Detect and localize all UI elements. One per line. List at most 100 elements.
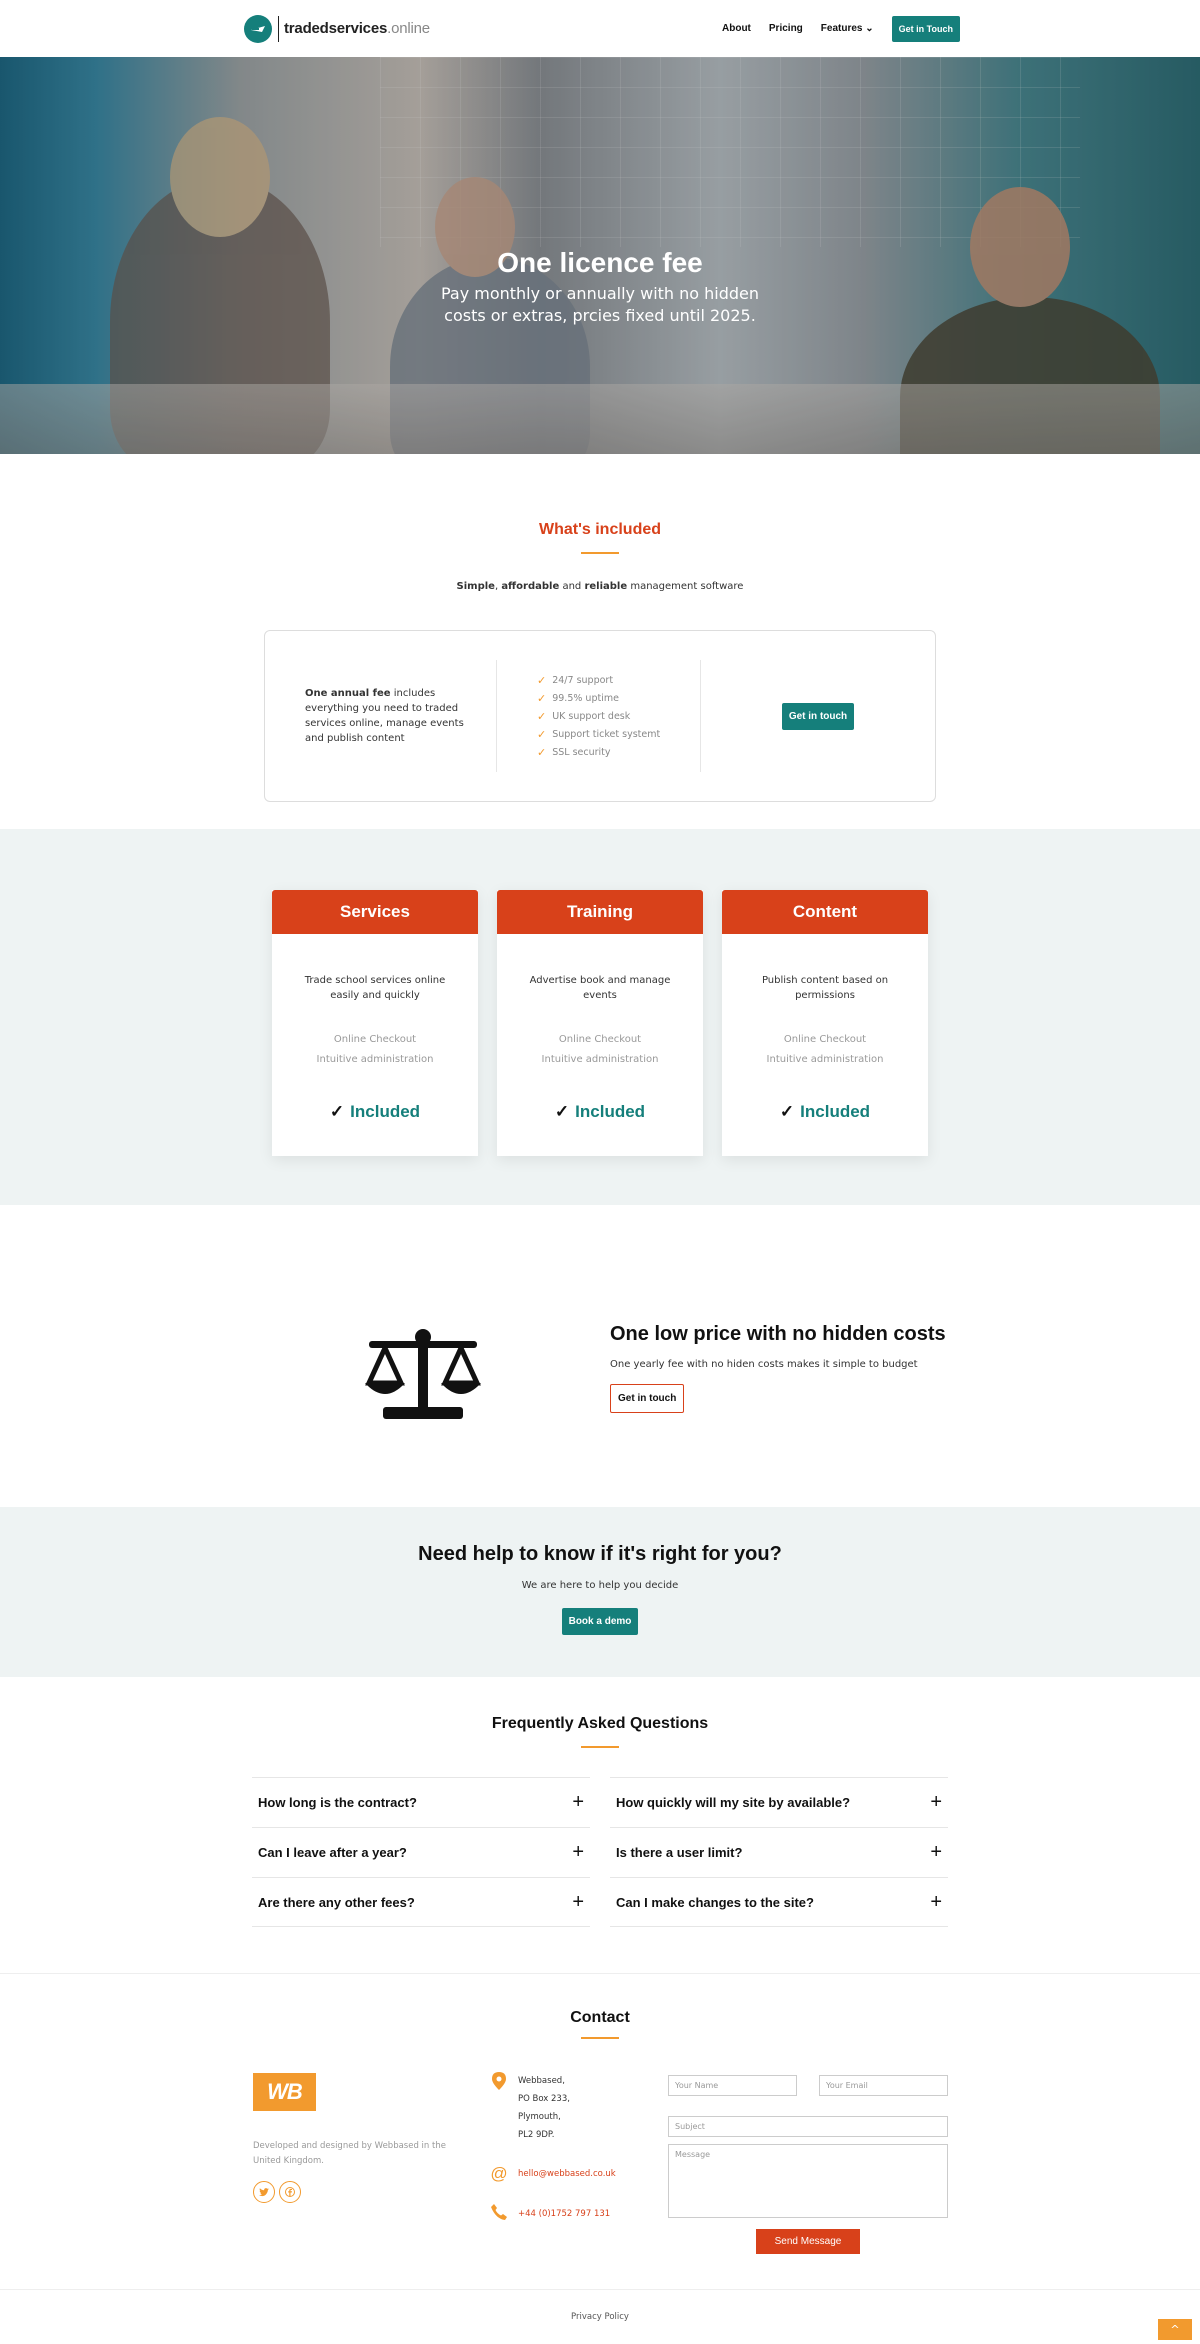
nav-features[interactable]: Features ⌄ — [821, 23, 874, 34]
card-feature: Online Checkout — [558, 1034, 642, 1045]
list-item: ✓ SSL security — [537, 746, 700, 759]
message-field[interactable]: Message — [668, 2144, 948, 2218]
faq-question: How long is the contract? — [258, 1795, 417, 1810]
faq-section: Frequently Asked Questions How long is t… — [0, 1677, 1200, 1973]
card-title: Content — [722, 890, 928, 934]
faq-question: Can I make changes to the site? — [616, 1894, 814, 1910]
help-title: Need help to know if it's right for you? — [418, 1543, 782, 1565]
phone-icon — [490, 2204, 508, 2225]
webbased-logo[interactable]: WB — [253, 2073, 316, 2111]
faq-item[interactable]: Is there a user limit? + — [610, 1827, 948, 1877]
name-field[interactable]: Your Name — [668, 2075, 797, 2096]
check-icon: ✓ — [537, 691, 547, 705]
pricing-cta-col: Get in touch — [701, 702, 935, 730]
faq-item[interactable]: Can I make changes to the site? + — [610, 1877, 948, 1927]
card-feature: Intuitive administration — [541, 1054, 659, 1065]
nav-links: About Pricing Features ⌄ Get in Touch — [722, 15, 960, 42]
check-icon: ✓ — [329, 1102, 345, 1121]
nav-about[interactable]: About — [722, 23, 751, 34]
contact-details: Webbased, PO Box 233, Plymouth, PL2 9DP.… — [490, 2072, 640, 2225]
tagline-simple: Simple — [456, 581, 495, 592]
card-services: Services Trade school services online ea… — [272, 890, 478, 1156]
feature-label: SSL security — [552, 746, 611, 758]
check-icon: ✓ — [537, 727, 547, 741]
contact-form: Your Name Your Email Subject Message Sen… — [668, 2075, 948, 2254]
nav-pricing[interactable]: Pricing — [769, 23, 803, 34]
get-in-touch-outline-button[interactable]: Get in touch — [610, 1384, 685, 1413]
feature-label: 99.5% uptime — [552, 692, 619, 704]
list-item: ✓ 99.5% uptime — [537, 692, 700, 705]
form-row: Your Name Your Email — [668, 2075, 948, 2096]
back-to-top-button[interactable]: ^ — [1158, 2319, 1192, 2340]
chevron-up-icon: ^ — [1170, 2323, 1180, 2336]
footer: Privacy Policy ^ — [0, 2289, 1200, 2343]
plus-icon: + — [930, 1841, 942, 1863]
faq-question: Are there any other fees? — [258, 1894, 415, 1910]
card-feature: Online Checkout — [783, 1034, 867, 1045]
low-price-text: One low price with no hidden costs One y… — [610, 1323, 946, 1413]
logo-mark-icon — [244, 14, 272, 43]
phone-link[interactable]: +44 (0)1752 797 131 — [518, 2204, 610, 2224]
page: tradedservices.online About Pricing Feat… — [0, 0, 1200, 2343]
feature-label: 24/7 support — [552, 674, 614, 686]
get-in-touch-button[interactable]: Get in touch — [781, 702, 855, 730]
list-item: ✓ Support ticket systemt — [537, 728, 700, 741]
price-title-bold: no hidden costs — [792, 1323, 946, 1345]
plus-icon: + — [930, 1791, 942, 1813]
card-title: Services — [272, 890, 478, 934]
send-message-button[interactable]: Send Message — [756, 2229, 860, 2254]
help-subtitle: We are here to help you decide — [521, 1580, 679, 1591]
contact-about: WB Developed and designed by Webbased in… — [253, 2073, 463, 2203]
card-description: Publish content based on permissions — [761, 975, 889, 1001]
nav-get-in-touch-button[interactable]: Get in Touch — [891, 15, 960, 42]
subject-field[interactable]: Subject — [668, 2116, 948, 2137]
pricing-intro: One annual fee includes everything you n… — [265, 660, 497, 772]
price-title-part: One — [610, 1323, 649, 1345]
privacy-policy-link[interactable]: Privacy Policy — [571, 2312, 629, 2322]
product-cards-section: Services Trade school services online ea… — [0, 829, 1200, 1205]
email-link[interactable]: hello@webbased.co.uk — [518, 2164, 616, 2184]
logo-divider — [278, 15, 279, 42]
tagline-and: and — [562, 581, 582, 592]
email-row: @ hello@webbased.co.uk — [490, 2164, 640, 2184]
twitter-icon[interactable] — [253, 2181, 275, 2203]
faq-question: Is there a user limit? — [616, 1845, 743, 1860]
card-description: Trade school services online easily and … — [304, 975, 446, 1001]
social-links — [253, 2181, 463, 2203]
nav-features-label: Features — [820, 23, 863, 34]
hero-subtitle: Pay monthly or annually with no hidden c… — [440, 284, 760, 325]
developer-credit: Developed and designed by Webbased in th… — [253, 2141, 446, 2166]
plus-icon: + — [572, 1791, 584, 1813]
email-field[interactable]: Your Email — [819, 2075, 948, 2096]
included-badge: ✓ Included — [497, 1102, 703, 1122]
price-title-part: with — [746, 1323, 787, 1345]
brand-logo[interactable]: tradedservices.online — [244, 14, 430, 43]
hero-text: One licence fee Pay monthly or annually … — [0, 247, 1200, 327]
check-icon: ✓ — [537, 709, 547, 723]
contact-title: Contact — [570, 2009, 630, 2026]
pricing-intro-bold: One annual fee — [305, 688, 391, 699]
help-section: Need help to know if it's right for you?… — [0, 1507, 1200, 1677]
facebook-icon[interactable] — [279, 2181, 301, 2203]
faq-item[interactable]: Can I leave after a year? + — [252, 1827, 590, 1877]
pricing-intro-text: One annual fee includes everything you n… — [305, 686, 474, 746]
tagline: Simple, affordable and reliable manageme… — [456, 581, 744, 592]
low-price-subtitle: One yearly fee with no hiden costs makes… — [610, 1359, 918, 1370]
check-icon: ✓ — [554, 1102, 570, 1121]
book-demo-button[interactable]: Book a demo — [561, 1608, 639, 1635]
card-title: Training — [497, 890, 703, 934]
faq-item[interactable]: How long is the contract? + — [252, 1777, 590, 1827]
price-title-bold: low price — [654, 1323, 742, 1345]
plus-icon: + — [930, 1890, 942, 1913]
contact-section: Contact WB Developed and designed by Web… — [0, 1973, 1200, 2289]
check-icon: ✓ — [537, 673, 547, 687]
included-label: Included — [350, 1102, 421, 1121]
whats-included-section: What's included Simple, affordable and r… — [0, 454, 1200, 829]
faq-item[interactable]: Are there any other fees? + — [252, 1877, 590, 1927]
title-underline — [581, 2037, 619, 2039]
address-line: Plymouth, — [518, 2112, 561, 2122]
address-line: PO Box 233, — [518, 2094, 570, 2104]
card-description: Advertise book and manage events — [529, 975, 671, 1001]
faq-item[interactable]: How quickly will my site by available? + — [610, 1777, 948, 1827]
tagline-rest: management software — [630, 581, 744, 592]
